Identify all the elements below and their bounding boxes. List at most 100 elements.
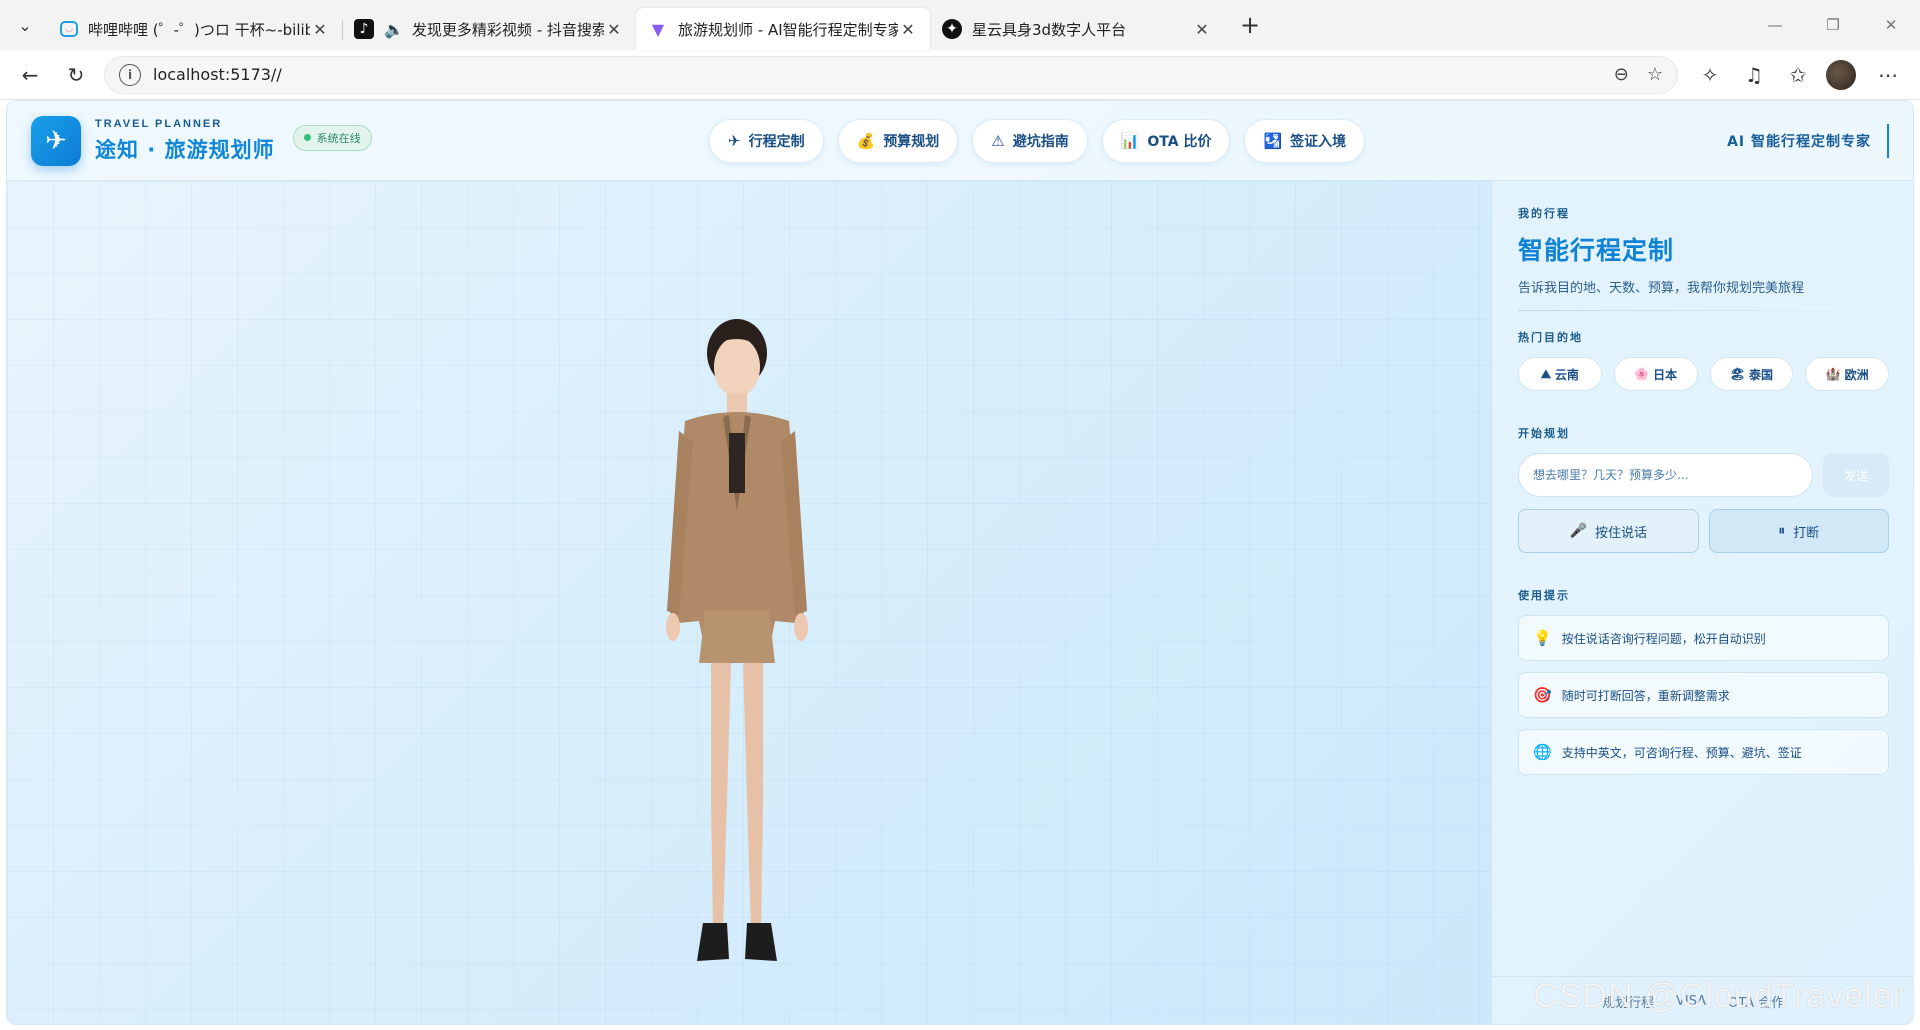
tab-list-chevron-icon[interactable]: ⌄ bbox=[8, 8, 42, 42]
itinerary-panel: 我的行程 智能行程定制 告诉我目的地、天数、预算，我帮你规划完美旅程 热门目的地… bbox=[1491, 181, 1913, 1024]
destination-chip-yunnan[interactable]: ⛰ 云南 bbox=[1518, 357, 1602, 391]
destination-chip-thailand[interactable]: 🏖 泰国 bbox=[1709, 357, 1794, 391]
globe-icon: 🌐 bbox=[1533, 743, 1552, 761]
tip-item: 🌐 支持中英文，可咨询行程、预算、避坑、签证 bbox=[1518, 729, 1889, 775]
hot-destinations-label: 热门目的地 bbox=[1518, 331, 1583, 344]
bar-chart-icon: 📊 bbox=[1120, 132, 1140, 150]
close-icon[interactable]: ✕ bbox=[310, 20, 330, 39]
url-bar[interactable]: i localhost:5173// ⊖ ☆ bbox=[104, 55, 1678, 94]
close-icon[interactable]: ✕ bbox=[1192, 20, 1212, 39]
tips-label: 使用提示 bbox=[1518, 589, 1570, 602]
back-arrow-icon[interactable]: ← bbox=[12, 57, 48, 93]
window-controls: — ❐ ✕ bbox=[1746, 0, 1920, 50]
money-bag-icon: 💰 bbox=[856, 132, 876, 150]
app-header: ✈ TRAVEL PLANNER 途知 · 旅游规划师 系统在线 ✈ 行程定制 … bbox=[7, 101, 1913, 181]
header-accent-bar bbox=[1887, 124, 1889, 158]
new-tab-plus-icon[interactable]: + bbox=[1230, 8, 1270, 42]
close-icon[interactable]: ✕ bbox=[898, 20, 918, 39]
nav-label: 避坑指南 bbox=[1012, 134, 1069, 150]
destination-label: 云南 bbox=[1554, 367, 1579, 382]
destination-chip-europe[interactable]: 🏰 欧洲 bbox=[1805, 357, 1889, 391]
nav-label: 行程定制 bbox=[748, 134, 805, 150]
zoom-out-icon[interactable]: ⊖ bbox=[1614, 64, 1629, 85]
brand: TRAVEL PLANNER 途知 · 旅游规划师 bbox=[95, 118, 275, 164]
favorite-star-icon[interactable]: ☆ bbox=[1647, 64, 1663, 85]
brand-subtitle: TRAVEL PLANNER bbox=[95, 117, 223, 130]
tab-title: 星云具身3d数字人平台 bbox=[972, 20, 1127, 39]
warning-icon: ⚠ bbox=[991, 132, 1005, 150]
microphone-icon: 🎤 bbox=[1569, 523, 1587, 539]
tab-title: 旅游规划师 - AI智能行程定制专家 bbox=[678, 20, 898, 39]
favorites-list-icon[interactable]: ✩ bbox=[1778, 55, 1818, 95]
nav-label: 签证入境 bbox=[1290, 134, 1347, 150]
interrupt-button[interactable]: ⏸ 打断 bbox=[1708, 509, 1889, 553]
nav-ota-compare[interactable]: 📊 OTA 比价 bbox=[1101, 119, 1231, 163]
window-close-icon[interactable]: ✕ bbox=[1862, 0, 1920, 50]
site-info-icon[interactable]: i bbox=[119, 63, 141, 86]
trip-query-input[interactable] bbox=[1518, 453, 1813, 497]
castle-icon: 🏰 bbox=[1825, 367, 1841, 381]
browser-tab-bilibili[interactable]: ◡ 哔哩哔哩 (゜-゜)つロ 干杯~-bilibili ✕ bbox=[48, 8, 342, 50]
airplane-icon: ✈ bbox=[728, 132, 741, 150]
douyin-icon: ♪ bbox=[354, 19, 374, 39]
online-dot-icon bbox=[303, 134, 311, 141]
target-icon: 🎯 bbox=[1533, 686, 1552, 704]
media-control-icon[interactable]: ♫ bbox=[1734, 55, 1774, 95]
nav-itinerary[interactable]: ✈ 行程定制 bbox=[709, 119, 824, 163]
extensions-puzzle-icon[interactable]: ✧ bbox=[1690, 55, 1730, 95]
mountain-icon: ⛰ bbox=[1540, 366, 1551, 381]
query-row: 发送 bbox=[1518, 453, 1889, 497]
panel-description: 告诉我目的地、天数、预算，我帮你规划完美旅程 bbox=[1518, 281, 1805, 296]
panel-eyebrow: 我的行程 bbox=[1518, 207, 1570, 220]
reload-icon[interactable]: ↻ bbox=[58, 57, 94, 93]
tab-title: 发现更多精彩视频 - 抖音搜索 bbox=[411, 20, 604, 39]
nav-budget[interactable]: 💰 预算规划 bbox=[837, 119, 959, 163]
passport-control-icon: 🛂 bbox=[1263, 132, 1283, 150]
cherry-blossom-icon: 🌸 bbox=[1634, 367, 1650, 381]
header-tagline: AI 智能行程定制专家 bbox=[1727, 101, 1889, 181]
status-badge: 系统在线 bbox=[292, 124, 372, 151]
nav-pitfall-guide[interactable]: ⚠ 避坑指南 bbox=[972, 119, 1088, 163]
speaker-icon[interactable]: 🔈 bbox=[384, 20, 404, 39]
start-planning-label: 开始规划 bbox=[1518, 427, 1570, 440]
address-toolbar: ← ↻ i localhost:5173// ⊖ ☆ ✧ ♫ ✩ ⋯ bbox=[0, 50, 1920, 100]
push-to-talk-label: 按住说话 bbox=[1594, 525, 1647, 541]
travel-planner-app: ✈ TRAVEL PLANNER 途知 · 旅游规划师 系统在线 ✈ 行程定制 … bbox=[6, 100, 1914, 1025]
more-menu-icon[interactable]: ⋯ bbox=[1868, 55, 1908, 95]
lightbulb-icon: 💡 bbox=[1533, 629, 1552, 647]
browser-tabstrip: ⌄ ◡ 哔哩哔哩 (゜-゜)つロ 干杯~-bilibili ✕ ♪ 🔈 发现更多… bbox=[0, 0, 1920, 50]
airplane-logo-icon: ✈ bbox=[31, 115, 81, 166]
restore-icon[interactable]: ❐ bbox=[1804, 0, 1862, 50]
pause-icon: ⏸ bbox=[1778, 523, 1786, 539]
panel-title: 智能行程定制 bbox=[1518, 236, 1675, 265]
browser-tab-douyin[interactable]: ♪ 🔈 发现更多精彩视频 - 抖音搜索 ✕ bbox=[342, 8, 636, 50]
browser-tab-nebula[interactable]: ✦ 星云具身3d数字人平台 ✕ bbox=[930, 8, 1224, 50]
divider bbox=[1518, 310, 1889, 311]
tip-text: 随时可打断回答，重新调整需求 bbox=[1561, 688, 1730, 703]
avatar-stage bbox=[7, 181, 1491, 1024]
tip-item: 💡 按住说话咨询行程问题，松开自动识别 bbox=[1518, 615, 1889, 661]
minimize-icon[interactable]: — bbox=[1746, 0, 1804, 50]
tab-title: 哔哩哔哩 (゜-゜)つロ 干杯~-bilibili bbox=[88, 20, 310, 39]
status-text: 系统在线 bbox=[316, 131, 361, 145]
close-icon[interactable]: ✕ bbox=[604, 20, 624, 39]
destination-label: 欧洲 bbox=[1844, 367, 1869, 382]
browser-tab-travel-planner[interactable]: ▼ 旅游规划师 - AI智能行程定制专家 ✕ bbox=[636, 8, 930, 50]
tip-text: 按住说话咨询行程问题，松开自动识别 bbox=[1561, 631, 1766, 646]
destination-chip-japan[interactable]: 🌸 日本 bbox=[1613, 357, 1698, 391]
profile-avatar[interactable] bbox=[1826, 59, 1856, 90]
tip-item: 🎯 随时可打断回答，重新调整需求 bbox=[1518, 672, 1889, 718]
beach-icon: 🏖 bbox=[1729, 367, 1745, 381]
push-to-talk-button[interactable]: 🎤 按住说话 bbox=[1518, 509, 1699, 553]
tip-text: 支持中英文，可咨询行程、预算、避坑、签证 bbox=[1561, 745, 1802, 760]
destination-label: 日本 bbox=[1653, 367, 1678, 382]
nav-visa[interactable]: 🛂 签证入境 bbox=[1244, 119, 1366, 163]
destination-label: 泰国 bbox=[1748, 367, 1773, 382]
send-button[interactable]: 发送 bbox=[1823, 453, 1889, 497]
header-tagline-text: AI 智能行程定制专家 bbox=[1727, 134, 1871, 150]
csdn-watermark: CSDN @CloudTraveler bbox=[1533, 977, 1905, 1015]
nav-label: 预算规划 bbox=[883, 134, 940, 150]
main-nav: ✈ 行程定制 💰 预算规划 ⚠ 避坑指南 📊 OTA 比价 🛂 签证入境 bbox=[709, 119, 1366, 163]
nebula-icon: ✦ bbox=[942, 19, 962, 39]
url-text[interactable]: localhost:5173// bbox=[153, 65, 1596, 84]
